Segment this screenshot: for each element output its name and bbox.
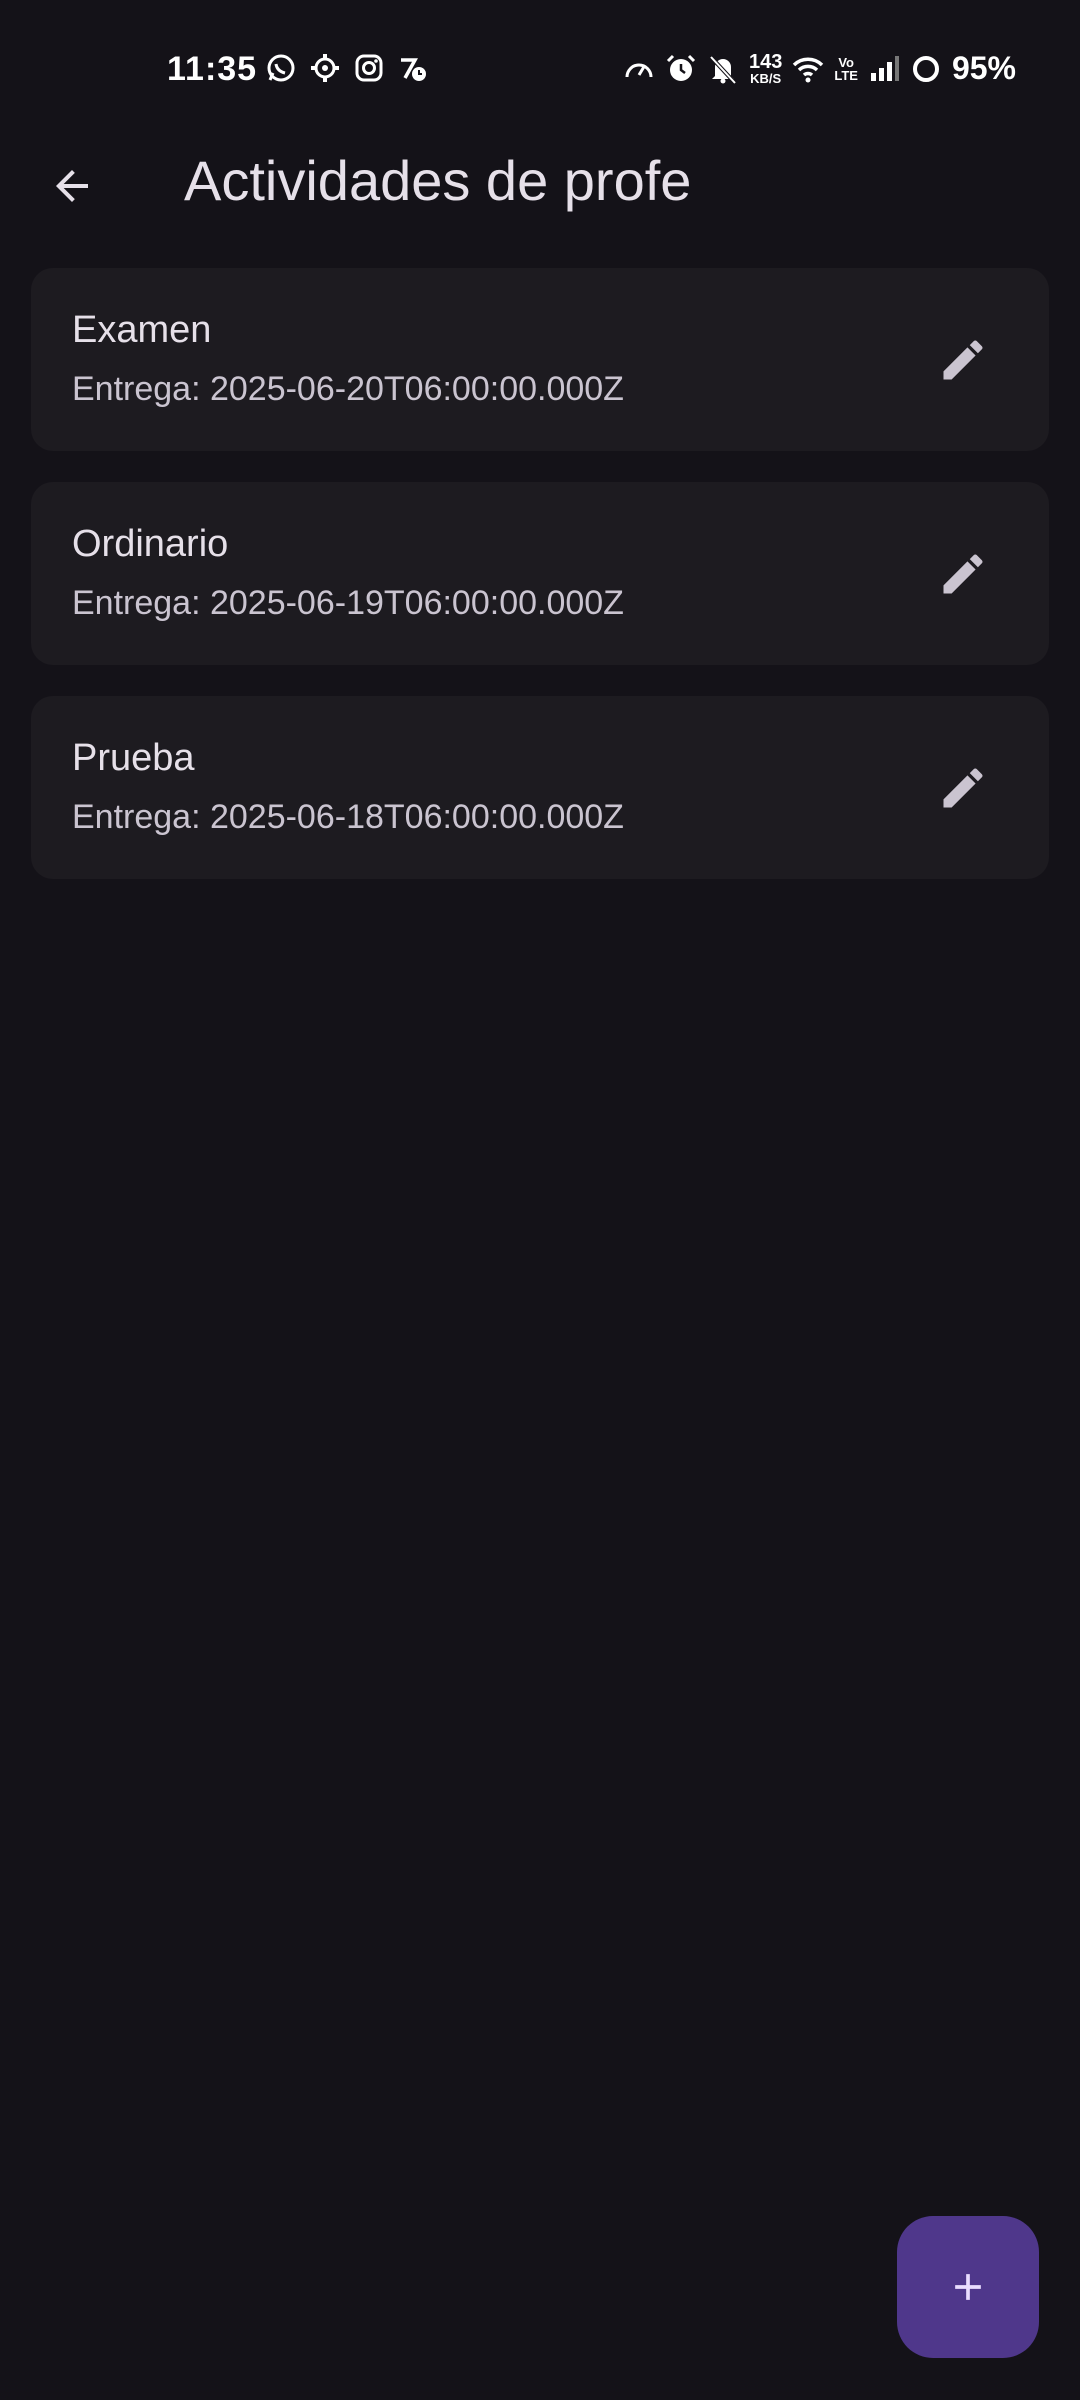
signal-icon bbox=[868, 53, 900, 85]
instagram-icon bbox=[353, 52, 385, 84]
wifi-icon bbox=[792, 53, 824, 85]
activity-due-date: Entrega: 2025-06-20T06:00:00.000Z bbox=[72, 370, 624, 408]
list-item[interactable]: Ordinario Entrega: 2025-06-19T06:00:00.0… bbox=[31, 482, 1049, 665]
list-item[interactable]: Examen Entrega: 2025-06-20T06:00:00.000Z bbox=[31, 268, 1049, 451]
bell-off-icon bbox=[707, 53, 739, 85]
status-system-icons: 143 KB/S Vo LTE 95% bbox=[623, 50, 1016, 87]
back-button[interactable] bbox=[36, 150, 108, 222]
network-speed-unit: KB/S bbox=[750, 71, 782, 86]
volte-top: Vo bbox=[838, 54, 854, 70]
alarm-icon bbox=[665, 53, 697, 85]
activity-name: Ordinario bbox=[72, 523, 229, 565]
edit-button[interactable] bbox=[921, 532, 1005, 616]
activity-name: Examen bbox=[72, 309, 212, 351]
network-speed: 143 KB/S bbox=[749, 52, 782, 85]
page-title: Actividades de profe bbox=[184, 149, 692, 212]
screen: 11:35 143 KB/S Vo LTE 95% Actividades de… bbox=[0, 0, 1080, 2400]
whatsapp-icon bbox=[265, 52, 297, 84]
network-speed-value: 143 bbox=[748, 51, 783, 73]
battery-percent: 95% bbox=[951, 50, 1016, 86]
pencil-icon bbox=[943, 768, 983, 808]
arrow-back-icon bbox=[56, 170, 88, 202]
app-bar: Actividades de profe bbox=[0, 128, 1080, 232]
volte-bottom: LTE bbox=[834, 67, 858, 83]
status-time: 11:35 bbox=[167, 50, 258, 88]
status-bar: 11:35 143 KB/S Vo LTE 95% bbox=[0, 0, 1080, 140]
battery-ring-icon bbox=[910, 53, 942, 85]
status-notification-icons bbox=[265, 52, 429, 84]
clock-app-icon bbox=[397, 52, 429, 84]
plus-icon bbox=[955, 2274, 981, 2300]
speedometer-icon bbox=[623, 53, 655, 85]
pencil-icon bbox=[943, 554, 983, 594]
activity-name: Prueba bbox=[72, 737, 195, 779]
volte-indicator: Vo LTE bbox=[834, 56, 858, 82]
settings-gear-icon bbox=[309, 52, 341, 84]
edit-button[interactable] bbox=[921, 318, 1005, 402]
list-item[interactable]: Prueba Entrega: 2025-06-18T06:00:00.000Z bbox=[31, 696, 1049, 879]
pencil-icon bbox=[943, 340, 983, 380]
activity-due-date: Entrega: 2025-06-18T06:00:00.000Z bbox=[72, 798, 624, 836]
activity-due-date: Entrega: 2025-06-19T06:00:00.000Z bbox=[72, 584, 624, 622]
edit-button[interactable] bbox=[921, 746, 1005, 830]
add-activity-button[interactable] bbox=[897, 2216, 1039, 2358]
activity-list: Examen Entrega: 2025-06-20T06:00:00.000Z… bbox=[31, 268, 1049, 910]
